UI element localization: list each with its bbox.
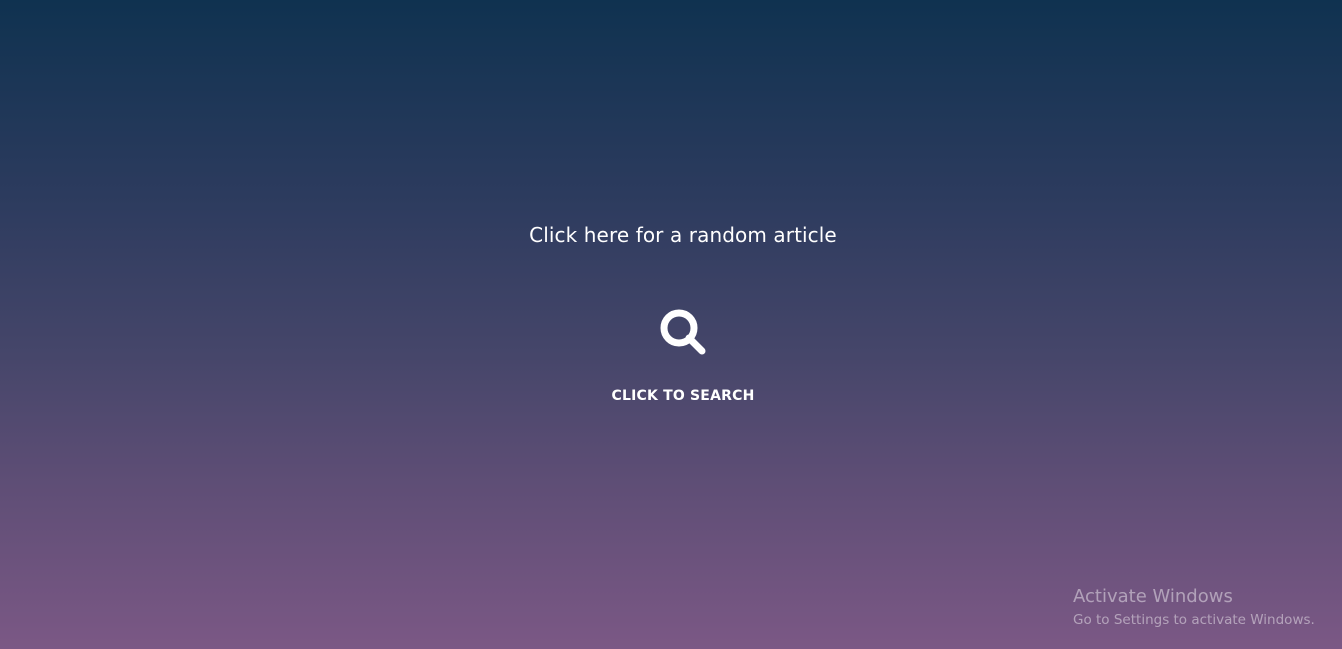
click-to-search-label[interactable]: CLICK TO SEARCH — [0, 388, 1342, 404]
activate-windows-title: Activate Windows — [1073, 586, 1233, 607]
activate-windows-subtitle: Go to Settings to activate Windows. — [1073, 612, 1315, 628]
search-icon[interactable] — [658, 307, 708, 357]
activate-windows-watermark: Activate Windows Go to Settings to activ… — [1073, 585, 1315, 630]
random-article-link[interactable]: Click here for a random article — [0, 223, 1342, 247]
